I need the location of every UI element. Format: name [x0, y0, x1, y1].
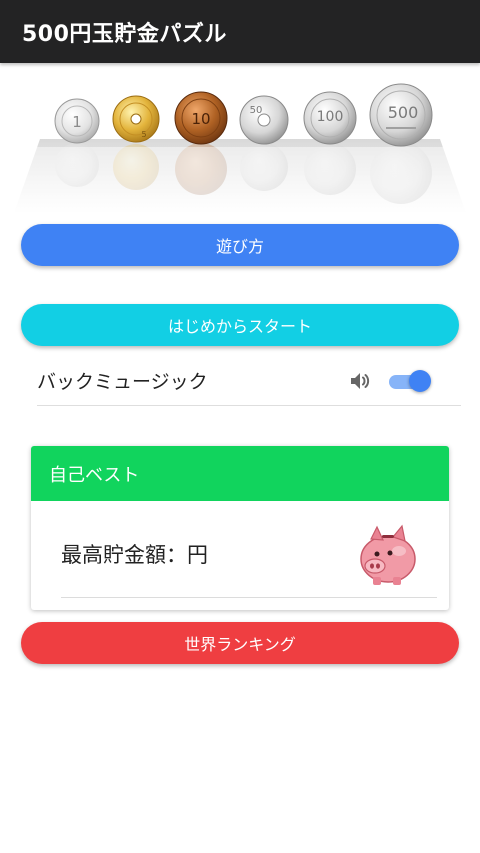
music-label: バックミュージック [37, 371, 208, 393]
start-button[interactable]: はじめからスタート [21, 304, 459, 346]
coin-100-yen: 100 [303, 91, 357, 145]
coin-label: 10 [191, 110, 210, 128]
coin-label: 100 [317, 109, 344, 125]
personal-best-header: 自己ベスト [31, 446, 449, 501]
world-ranking-button[interactable]: 世界ランキング [21, 622, 459, 664]
music-toggle[interactable] [387, 369, 431, 393]
toggle-thumb [409, 369, 431, 392]
coin-5-yen: 5 [112, 95, 160, 143]
coin-label: 50 [250, 105, 263, 116]
coin-50-yen: 50 [239, 95, 289, 145]
coin-10-yen: 10 [174, 91, 228, 145]
app-title: 500円玉貯金パズル [22, 21, 227, 47]
coin-showcase: 1 5 10 50 100 500 [0, 63, 480, 223]
personal-best-card: 自己ベスト 最高貯金額：円 [31, 446, 449, 610]
personal-best-body: 最高貯金額：円 [31, 501, 449, 610]
coin-label: 5 [141, 130, 146, 139]
personal-best-divider [61, 597, 437, 598]
coin-1-yen: 1 [54, 98, 100, 144]
speaker-icon [347, 368, 373, 394]
app-bar: 500円玉貯金パズル [0, 0, 480, 63]
how-to-play-button[interactable]: 遊び方 [21, 224, 459, 266]
coin-label: 1 [72, 113, 82, 131]
music-setting-row: バックミュージック [37, 356, 461, 406]
max-savings-label: 最高貯金額：円 [61, 543, 208, 567]
coin-label: 500 [388, 103, 419, 122]
piggy-bank-icon [355, 521, 419, 587]
coin-500-yen: 500 [369, 83, 433, 147]
